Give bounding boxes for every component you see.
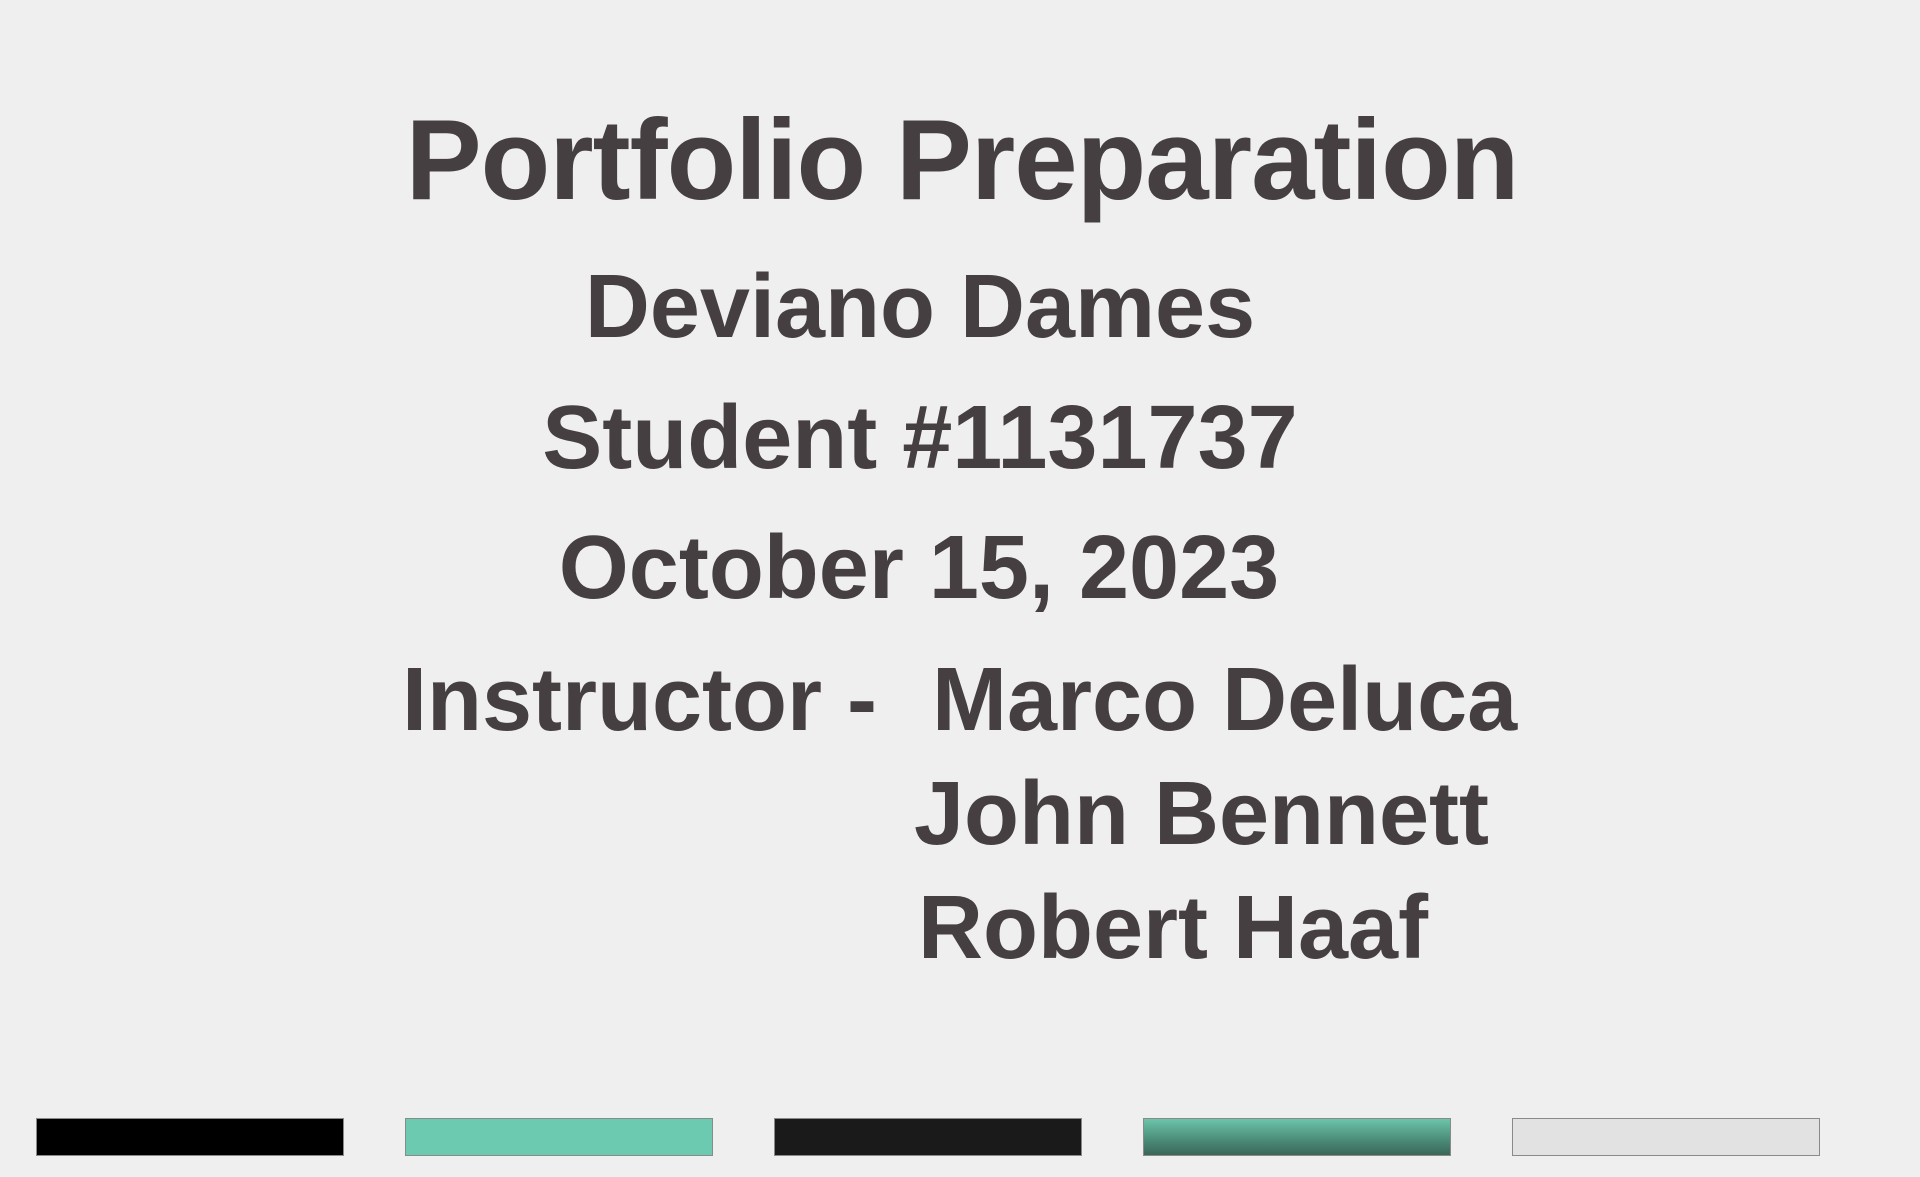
color-swatch-bar bbox=[36, 1118, 1822, 1158]
student-number: Student #1131737 bbox=[542, 388, 1298, 488]
slide: Portfolio Preparation Deviano Dames Stud… bbox=[0, 0, 1920, 1177]
presentation-date: October 15, 2023 bbox=[558, 518, 1280, 618]
color-swatch bbox=[1143, 1118, 1451, 1156]
color-swatch bbox=[36, 1118, 344, 1156]
instructor-name: Robert Haaf bbox=[918, 878, 1429, 978]
instructor-list: Marco Deluca John Bennett Robert Haaf bbox=[914, 655, 1517, 997]
color-swatch bbox=[1512, 1118, 1820, 1156]
instructor-name: Marco Deluca bbox=[932, 650, 1518, 750]
color-swatch bbox=[774, 1118, 1082, 1156]
author-name: Deviano Dames bbox=[584, 257, 1256, 357]
instructor-label: Instructor - bbox=[402, 650, 878, 750]
instructor-name: John Bennett bbox=[914, 764, 1489, 864]
color-swatch bbox=[405, 1118, 713, 1156]
slide-title: Portfolio Preparation bbox=[405, 97, 1520, 224]
